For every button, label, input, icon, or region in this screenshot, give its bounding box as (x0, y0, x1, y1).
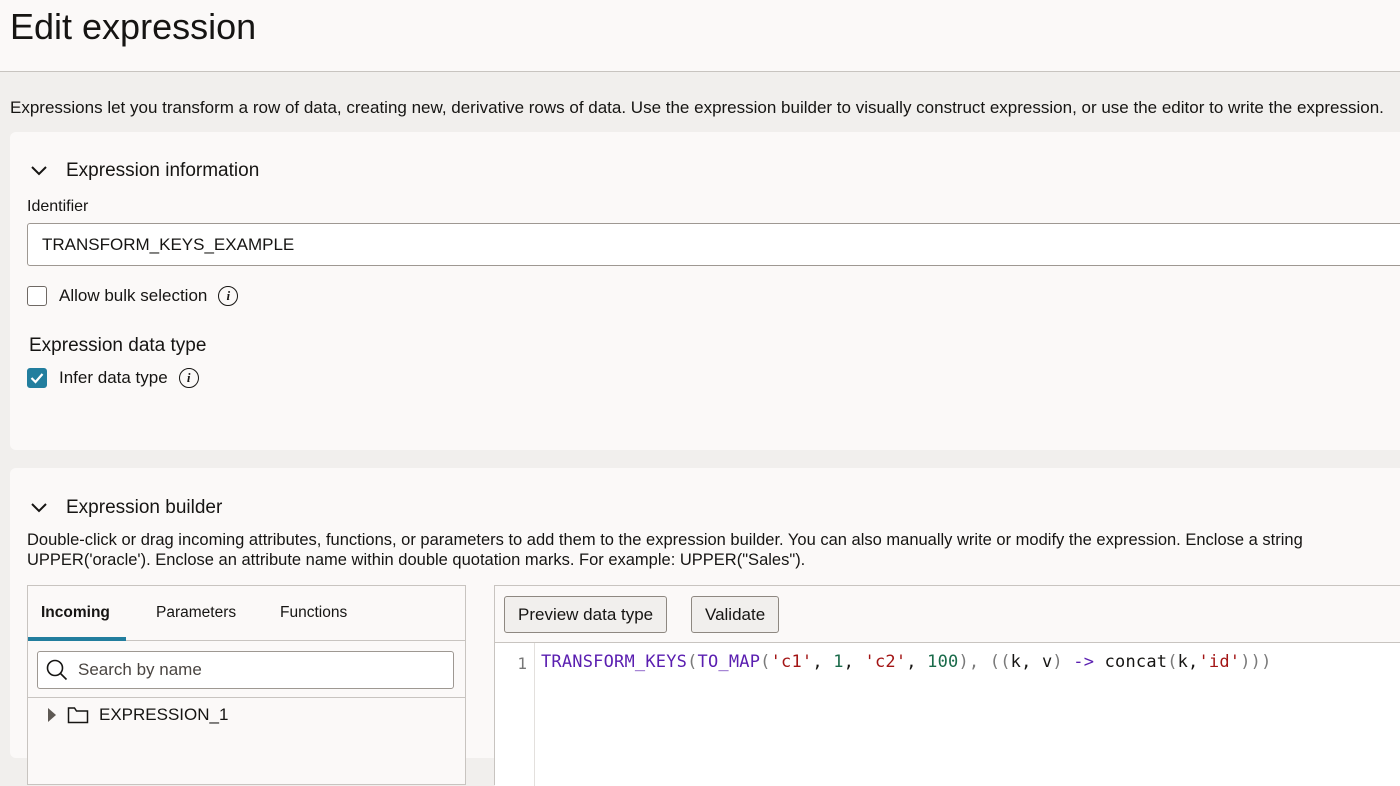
info-icon[interactable]: i (178, 368, 199, 388)
tab-incoming[interactable]: Incoming (41, 604, 110, 622)
line-number: 1 (517, 654, 527, 673)
tab-parameters[interactable]: Parameters (156, 604, 236, 622)
code-token: ))) (1240, 652, 1272, 672)
builder-description-line: Double-click or drag incoming attributes… (27, 531, 1303, 549)
code-token: TRANSFORM_KEYS (541, 652, 688, 672)
identifier-input[interactable] (27, 223, 1400, 266)
code-token: ( (687, 652, 698, 672)
tree-item[interactable]: EXPRESSION_1 (47, 705, 228, 725)
validate-button[interactable]: Validate (691, 596, 780, 633)
code-token: TO_MAP (697, 652, 761, 672)
code-token: k, v (1010, 652, 1053, 672)
allow-bulk-selection-row: Allow bulk selection i (27, 286, 239, 306)
code-token: 'c2' (864, 652, 907, 672)
infer-data-type-checkbox[interactable] (27, 368, 47, 388)
folder-icon (67, 707, 89, 724)
infer-data-type-row: Infer data type i (27, 368, 199, 388)
code-token: ( (1167, 652, 1178, 672)
code-token: k, (1177, 652, 1199, 672)
allow-bulk-selection-checkbox[interactable] (27, 286, 47, 306)
section-title: Expression information (66, 160, 260, 181)
builder-description: Double-click or drag incoming attributes… (27, 530, 1400, 570)
chevron-down-icon[interactable] (30, 502, 48, 514)
search-icon (46, 659, 68, 681)
code-token: -> (1073, 652, 1095, 672)
checkmark-icon (30, 373, 44, 384)
page-header: Edit expression (0, 0, 1400, 72)
code-editor[interactable]: 1 TRANSFORM_KEYS(TO_MAP('c1', 1, 'c2', 1… (495, 643, 1400, 786)
preview-data-type-button[interactable]: Preview data type (504, 596, 668, 633)
expression-data-type-heading: Expression data type (29, 335, 207, 356)
code-token: (( (989, 652, 1011, 672)
builder-tabs: Incoming Parameters Functions (28, 586, 465, 641)
code-token: 'c1' (770, 652, 813, 672)
code-token: , (843, 652, 865, 672)
code-line[interactable]: TRANSFORM_KEYS(TO_MAP('c1', 1, 'c2', 100… (541, 652, 1272, 672)
code-token: ), (958, 652, 990, 672)
search-field[interactable] (37, 651, 454, 689)
code-token: 100 (927, 652, 959, 672)
expression-information-panel: Expression information Identifier Allow … (10, 132, 1400, 450)
code-token: ) (1052, 652, 1074, 672)
page-title: Edit expression (10, 6, 257, 47)
editor-toolbar: Preview data type Validate (495, 586, 1400, 643)
expression-information-header[interactable]: Expression information (30, 160, 259, 182)
code-token: 1 (833, 652, 844, 672)
expression-builder-panel: Expression builder Double-click or drag … (10, 468, 1400, 786)
info-icon[interactable]: i (218, 286, 239, 306)
divider (28, 697, 465, 698)
tab-functions[interactable]: Functions (280, 604, 347, 622)
allow-bulk-selection-label: Allow bulk selection (59, 286, 208, 305)
search-input[interactable] (76, 659, 436, 681)
attributes-pane: Incoming Parameters Functions EXPRESSION… (27, 585, 466, 785)
identifier-label: Identifier (27, 198, 89, 215)
code-token: ( (760, 652, 771, 672)
caret-right-icon[interactable] (47, 707, 57, 723)
builder-description-line: UPPER('oracle'). Enclose an attribute na… (27, 551, 806, 569)
code-token: , (812, 652, 834, 672)
editor-pane: Preview data type Validate 1 TRANSFORM_K… (494, 585, 1400, 786)
code-token: 'id' (1198, 652, 1241, 672)
code-token: , (906, 652, 928, 672)
infer-data-type-label: Infer data type (59, 368, 168, 387)
line-gutter: 1 (495, 643, 535, 786)
intro-text: Expressions let you transform a row of d… (10, 98, 1384, 117)
expression-builder-header[interactable]: Expression builder (30, 497, 222, 519)
tree-item-label: EXPRESSION_1 (99, 705, 229, 724)
active-tab-indicator (28, 637, 126, 641)
chevron-down-icon[interactable] (30, 165, 48, 177)
code-token: concat (1094, 652, 1168, 672)
section-title: Expression builder (66, 497, 223, 518)
